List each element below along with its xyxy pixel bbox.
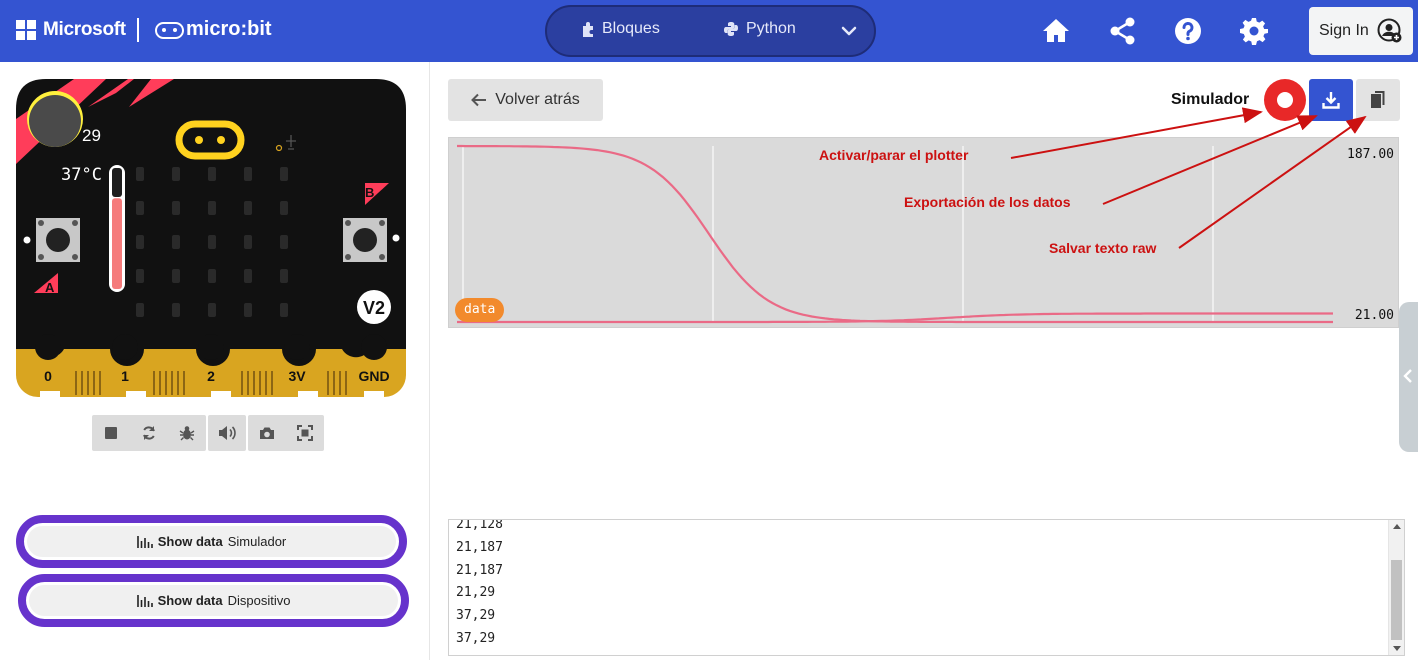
show-data-device-button[interactable]: Show data Dispositivo xyxy=(18,574,409,627)
show-data-target: Dispositivo xyxy=(227,593,291,608)
microbit-logo-icon xyxy=(155,22,184,39)
temperature-value: 37°C xyxy=(61,165,102,185)
chevron-left-icon xyxy=(1403,369,1412,383)
console-line: 21,187 xyxy=(456,562,503,578)
restart-icon xyxy=(143,426,155,440)
python-icon xyxy=(724,22,738,36)
pin-label: 0 xyxy=(44,368,52,384)
scroll-down-arrow[interactable] xyxy=(1393,646,1401,651)
tab-blocks-label: Bloques xyxy=(602,20,660,37)
temperature-fill xyxy=(112,198,122,289)
debug-button[interactable] xyxy=(168,415,206,451)
record-button[interactable] xyxy=(1264,79,1306,121)
data-source-label: Simulador xyxy=(1171,91,1250,108)
annotation-record: Activar/parar el plotter xyxy=(819,147,969,163)
stop-icon xyxy=(105,427,117,439)
pin-label: 3V xyxy=(288,368,306,384)
plot-max-label: 187.00 xyxy=(1347,147,1394,162)
microsoft-wordmark: Microsoft xyxy=(43,19,126,40)
sign-in-label: Sign In xyxy=(1319,22,1369,39)
series-legend-tag: data xyxy=(455,298,505,322)
button-b[interactable] xyxy=(343,218,387,262)
microsoft-logo-icon xyxy=(16,20,36,40)
export-button[interactable] xyxy=(1309,79,1353,121)
copy-icon xyxy=(1371,91,1385,108)
bar-chart-icon xyxy=(136,595,153,607)
console-line: 37,29 xyxy=(456,608,496,624)
series-line-data xyxy=(457,144,1333,324)
scroll-thumb[interactable] xyxy=(1391,560,1402,640)
stop-button[interactable] xyxy=(92,415,130,451)
debug-icon xyxy=(179,426,195,441)
tab-python[interactable]: Python xyxy=(723,20,796,38)
back-button[interactable]: Volver atrás xyxy=(448,79,603,121)
restart-button[interactable] xyxy=(130,415,168,451)
console-scrollbar[interactable] xyxy=(1388,520,1404,655)
show-data-target: Simulador xyxy=(227,534,287,549)
back-button-label: Volver atrás xyxy=(495,91,580,108)
plot-min-label: 21.00 xyxy=(1354,308,1394,323)
download-icon xyxy=(1322,92,1340,109)
tab-python-label: Python xyxy=(746,20,796,37)
arrow-left-icon xyxy=(471,93,487,107)
copy-raw-button[interactable] xyxy=(1356,79,1400,121)
simulator-panel: 29 37°C A B V2 0 1 2 3V GND Show data Si… xyxy=(0,62,430,660)
show-data-simulator-button[interactable]: Show data Simulador xyxy=(16,515,407,568)
fullscreen-icon xyxy=(297,425,313,441)
show-data-label: Show data xyxy=(157,593,223,608)
pin-2[interactable] xyxy=(198,334,224,360)
screenshot-button[interactable] xyxy=(248,415,286,451)
editor-toggle[interactable]: Bloques Python xyxy=(545,5,876,57)
home-icon[interactable] xyxy=(1041,16,1071,46)
share-icon[interactable] xyxy=(1108,16,1138,46)
console-line: 37,29 xyxy=(456,630,496,646)
button-b-label: B xyxy=(365,185,374,200)
series-line xyxy=(457,312,1333,324)
pin-label: 1 xyxy=(121,368,129,384)
scroll-up-arrow[interactable] xyxy=(1393,524,1401,529)
microbit-board: 29 37°C A B V2 0 1 2 3V GND xyxy=(16,79,406,397)
show-data-label: Show data xyxy=(157,534,223,549)
sound-button[interactable] xyxy=(208,415,246,451)
pin-label: 2 xyxy=(207,368,215,384)
button-a[interactable] xyxy=(36,218,80,262)
data-view-panel: Volver atrás Simulador 187.00 21.00 data… xyxy=(431,62,1418,660)
microbit-wordmark: micro:bit xyxy=(186,18,272,40)
tab-blocks[interactable]: Bloques xyxy=(581,20,660,38)
bar-chart-icon xyxy=(136,536,153,548)
button-a-label: A xyxy=(45,280,55,295)
console-line: 21,29 xyxy=(456,585,496,601)
plot-canvas xyxy=(457,144,1333,324)
serial-console[interactable]: 21,128 21,187 21,187 21,29 37,29 37,29 xyxy=(448,519,1405,656)
pin-0[interactable] xyxy=(35,334,61,360)
light-level-value: 29 xyxy=(82,126,101,145)
data-plot: 187.00 21.00 data xyxy=(448,137,1399,328)
user-add-icon xyxy=(1377,18,1402,43)
console-line: 21,187 xyxy=(456,539,503,555)
sound-icon xyxy=(219,426,236,440)
version-badge-label: V2 xyxy=(363,298,385,318)
help-icon[interactable] xyxy=(1173,16,1203,46)
simulator-toolbar xyxy=(92,415,324,451)
pin-label: GND xyxy=(358,368,389,384)
fullscreen-button[interactable] xyxy=(286,415,324,451)
brand-divider xyxy=(137,18,139,42)
console-line: 21,128 xyxy=(456,519,503,532)
collapse-panel-tab[interactable] xyxy=(1399,302,1418,452)
pin-3v[interactable] xyxy=(284,334,310,360)
annotation-export: Exportación de los datos xyxy=(904,194,1071,210)
sign-in-button[interactable]: Sign In xyxy=(1309,7,1413,55)
pin-gnd[interactable] xyxy=(361,334,387,360)
annotation-raw: Salvar texto raw xyxy=(1049,240,1157,256)
puzzle-icon xyxy=(583,22,593,37)
top-bar: Microsoft micro:bit Bloques Python Sign … xyxy=(0,0,1418,62)
chevron-down-icon[interactable] xyxy=(839,21,859,41)
screenshot-icon xyxy=(260,427,274,439)
pin-1[interactable] xyxy=(112,334,138,360)
console-output: 21,128 21,187 21,187 21,29 37,29 37,29 xyxy=(456,519,503,651)
settings-icon[interactable] xyxy=(1239,16,1269,46)
